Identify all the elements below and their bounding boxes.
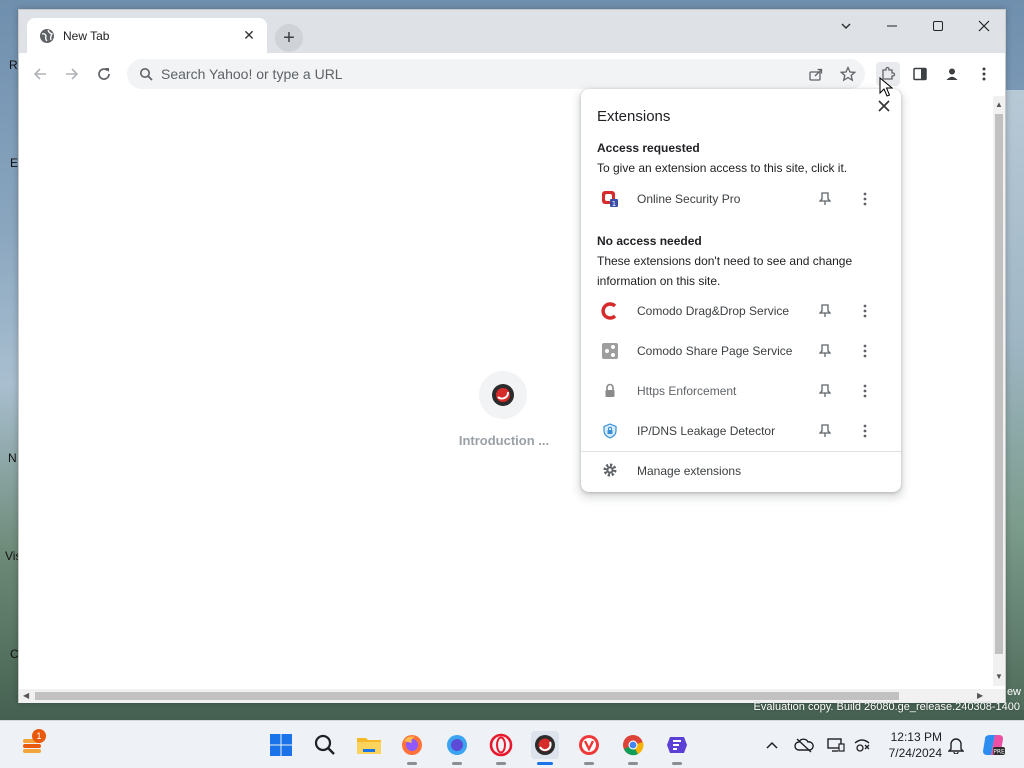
- menu-kebab-icon[interactable]: [972, 62, 996, 86]
- tab-search-button[interactable]: [823, 10, 869, 42]
- display-icon[interactable]: [826, 735, 846, 755]
- clock-time: 12:13 PM: [890, 730, 942, 744]
- new-tab-button[interactable]: +: [275, 24, 303, 52]
- mouse-cursor-icon: [879, 76, 894, 100]
- vertical-scrollbar[interactable]: ▲ ▼: [993, 96, 1005, 686]
- minimize-button[interactable]: [869, 10, 915, 42]
- no-access-heading: No access needed: [597, 234, 702, 248]
- search-button[interactable]: [311, 731, 339, 759]
- running-indicator: [407, 762, 417, 765]
- lock-icon: [601, 382, 619, 400]
- back-button[interactable]: [25, 59, 55, 89]
- scroll-left-arrow-icon[interactable]: ◀: [23, 691, 29, 700]
- extensions-popup: Extensions Access requested To give an e…: [581, 89, 901, 492]
- scroll-up-arrow-icon[interactable]: ▲: [995, 100, 1003, 109]
- network-icon[interactable]: [852, 735, 872, 755]
- reload-button[interactable]: [89, 59, 119, 89]
- desktop-label-fragment-right: ew: [1006, 686, 1021, 698]
- svg-text:1: 1: [612, 200, 616, 208]
- firefox-icon[interactable]: [398, 731, 426, 765]
- extension-row-online-security-pro[interactable]: 1 Online Security Pro: [581, 179, 901, 219]
- pin-icon[interactable]: [817, 423, 833, 439]
- globe-icon: [39, 28, 55, 44]
- search-icon: [139, 67, 153, 81]
- side-panel-icon[interactable]: [908, 62, 932, 86]
- taskbar: 1 12:13 PM 7/24/2024 PRE: [0, 720, 1024, 768]
- pin-icon[interactable]: [817, 383, 833, 399]
- extension-name: Comodo Drag&Drop Service: [637, 304, 790, 318]
- omnibox[interactable]: [127, 59, 865, 89]
- running-indicator: [452, 762, 462, 765]
- copilot-icon[interactable]: PRE: [980, 732, 1006, 758]
- tab-new-tab[interactable]: New Tab ✕: [27, 18, 267, 53]
- extension-row-comodo-share-page[interactable]: Comodo Share Page Service: [581, 331, 901, 371]
- extension-row-comodo-dragdrop[interactable]: Comodo Drag&Drop Service: [581, 291, 901, 331]
- start-button[interactable]: [267, 731, 295, 759]
- running-indicator: [496, 762, 506, 765]
- running-indicator: [628, 762, 638, 765]
- browser-app-icon[interactable]: [443, 731, 471, 765]
- tab-strip: New Tab ✕ +: [19, 10, 1005, 53]
- more-options-icon[interactable]: [857, 423, 873, 439]
- online-security-pro-icon: 1: [601, 190, 619, 208]
- gear-icon: [602, 462, 618, 478]
- more-options-icon[interactable]: [857, 383, 873, 399]
- omnibox-input[interactable]: [161, 66, 721, 82]
- comodo-dragon-icon[interactable]: [531, 731, 559, 765]
- shield-icon: [601, 422, 619, 440]
- running-indicator: [584, 762, 594, 765]
- loading-text: Introduction ...: [458, 433, 550, 448]
- pin-icon[interactable]: [817, 303, 833, 319]
- svg-text:PRE: PRE: [993, 749, 1005, 756]
- vertical-scroll-thumb[interactable]: [995, 114, 1003, 654]
- scroll-down-arrow-icon[interactable]: ▼: [995, 672, 1003, 681]
- share-icon[interactable]: [807, 65, 825, 83]
- extension-row-https-enforcement[interactable]: Https Enforcement: [581, 371, 901, 411]
- clock-date: 7/24/2024: [888, 746, 942, 760]
- share-page-icon: [601, 342, 619, 360]
- evaluation-watermark: Evaluation copy. Build 26080.ge_release.…: [753, 701, 1020, 713]
- vivaldi-icon[interactable]: [575, 731, 603, 765]
- more-options-icon[interactable]: [857, 303, 873, 319]
- access-requested-heading: Access requested: [597, 141, 700, 155]
- extension-name: Https Enforcement: [637, 384, 737, 398]
- file-explorer-icon[interactable]: [355, 731, 383, 759]
- running-indicator: [672, 762, 682, 765]
- scroll-right-arrow-icon[interactable]: ▶: [977, 691, 983, 700]
- extension-row-ip-dns-leakage[interactable]: IP/DNS Leakage Detector: [581, 411, 901, 451]
- more-options-icon[interactable]: [857, 343, 873, 359]
- bookmark-star-icon[interactable]: [839, 65, 857, 83]
- manage-extensions-button[interactable]: Manage extensions: [581, 452, 901, 490]
- access-requested-description: To give an extension access to this site…: [597, 161, 848, 175]
- close-window-button[interactable]: [961, 10, 1007, 42]
- forward-button[interactable]: [57, 59, 87, 89]
- manage-extensions-label: Manage extensions: [637, 464, 742, 478]
- chrome-icon[interactable]: [619, 731, 647, 765]
- popup-title: Extensions: [597, 108, 671, 125]
- show-hidden-icons-chevron-icon[interactable]: [762, 735, 782, 755]
- onedrive-offline-icon[interactable]: [794, 735, 814, 755]
- tab-title: New Tab: [63, 28, 110, 43]
- pin-icon[interactable]: [817, 191, 833, 207]
- notifications-bell-icon[interactable]: [946, 735, 966, 755]
- extension-name: IP/DNS Leakage Detector: [637, 424, 776, 438]
- opera-icon[interactable]: [487, 731, 515, 765]
- desktop-wallpaper-edge: [1006, 90, 1024, 710]
- more-options-icon[interactable]: [857, 191, 873, 207]
- system-clock[interactable]: 12:13 PM 7/24/2024: [884, 729, 942, 761]
- maximize-button[interactable]: [915, 10, 961, 42]
- vpn-app-icon[interactable]: [663, 731, 691, 765]
- pin-icon[interactable]: [817, 343, 833, 359]
- widgets-badge: 1: [32, 729, 46, 743]
- extension-name: Comodo Share Page Service: [637, 344, 793, 358]
- loading-spinner-icon: [479, 371, 527, 419]
- no-access-description: These extensions don't need to see and c…: [597, 254, 853, 288]
- comodo-icon: [601, 302, 619, 320]
- active-indicator: [537, 762, 553, 765]
- horizontal-scroll-thumb[interactable]: [35, 692, 899, 700]
- extension-name: Online Security Pro: [637, 192, 741, 206]
- close-tab-icon[interactable]: ✕: [241, 27, 257, 44]
- profile-icon[interactable]: [940, 62, 964, 86]
